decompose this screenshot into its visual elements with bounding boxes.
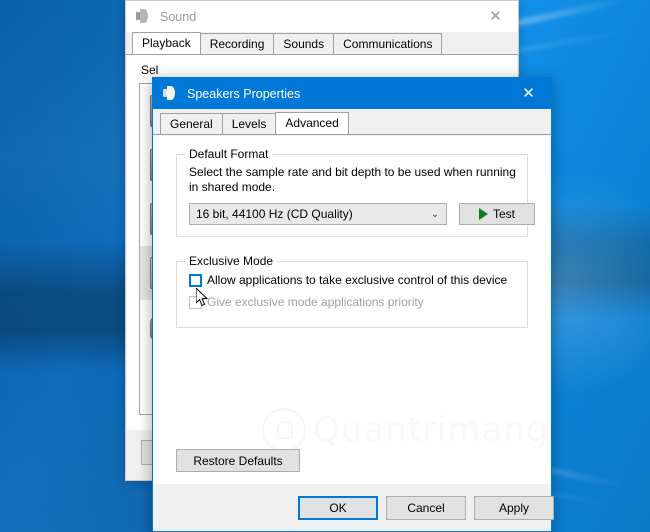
watermark-text: Quantrimang	[313, 413, 549, 447]
tab-advanced[interactable]: Advanced	[275, 112, 348, 134]
properties-tab-bar[interactable]: General Levels Advanced	[153, 112, 551, 135]
tab-general[interactable]: General	[160, 113, 223, 134]
tab-communications[interactable]: Communications	[333, 33, 442, 54]
sample-rate-value: 16 bit, 44100 Hz (CD Quality)	[190, 207, 424, 221]
default-format-group: Default Format Select the sample rate an…	[176, 154, 528, 237]
tab-playback[interactable]: Playback	[132, 32, 201, 54]
close-icon[interactable]: ✕	[473, 1, 518, 32]
apply-button[interactable]: Apply	[474, 496, 554, 520]
exclusive-control-checkbox[interactable]	[189, 274, 202, 287]
sound-title-bar[interactable]: Sound ✕	[126, 1, 518, 32]
test-button-label: Test	[493, 207, 515, 221]
restore-defaults-button[interactable]: Restore Defaults	[176, 449, 300, 472]
exclusive-priority-checkbox-row: Give exclusive mode applications priorit…	[189, 295, 424, 309]
test-button[interactable]: Test	[459, 203, 535, 225]
properties-window-title: Speakers Properties	[187, 87, 506, 101]
speaker-icon	[163, 86, 179, 102]
default-format-description: Select the sample rate and bit depth to …	[189, 165, 517, 195]
exclusive-control-checkbox-row[interactable]: Allow applications to take exclusive con…	[189, 273, 507, 287]
cancel-button[interactable]: Cancel	[386, 496, 466, 520]
tab-recording[interactable]: Recording	[200, 33, 275, 54]
speaker-icon	[136, 9, 152, 25]
watermark: Quantrimang	[262, 408, 549, 452]
properties-title-bar[interactable]: Speakers Properties ✕	[153, 78, 551, 109]
default-format-group-title: Default Format	[185, 147, 272, 161]
mouse-cursor	[196, 288, 209, 307]
tab-sounds[interactable]: Sounds	[273, 33, 334, 54]
sound-tab-bar[interactable]: Playback Recording Sounds Communications	[126, 32, 518, 55]
exclusive-mode-group: Exclusive Mode Allow applications to tak…	[176, 261, 528, 328]
exclusive-control-label: Allow applications to take exclusive con…	[207, 273, 507, 287]
speakers-properties-window[interactable]: Speakers Properties ✕ General Levels Adv…	[152, 77, 552, 532]
ok-button[interactable]: OK	[298, 496, 378, 520]
sound-window-title: Sound	[160, 10, 473, 24]
lightbulb-icon	[262, 408, 306, 452]
properties-content-area: Default Format Select the sample rate an…	[154, 136, 550, 484]
sound-instruction-text: Sel	[141, 63, 158, 77]
chevron-down-icon[interactable]: ⌄	[424, 209, 446, 220]
close-icon[interactable]: ✕	[506, 78, 551, 109]
exclusive-mode-group-title: Exclusive Mode	[185, 254, 277, 268]
properties-button-bar: OK Cancel Apply	[154, 484, 550, 530]
play-icon	[479, 208, 488, 220]
exclusive-priority-label: Give exclusive mode applications priorit…	[207, 295, 424, 309]
tab-levels[interactable]: Levels	[222, 113, 277, 134]
sample-rate-dropdown[interactable]: 16 bit, 44100 Hz (CD Quality) ⌄	[189, 203, 447, 225]
